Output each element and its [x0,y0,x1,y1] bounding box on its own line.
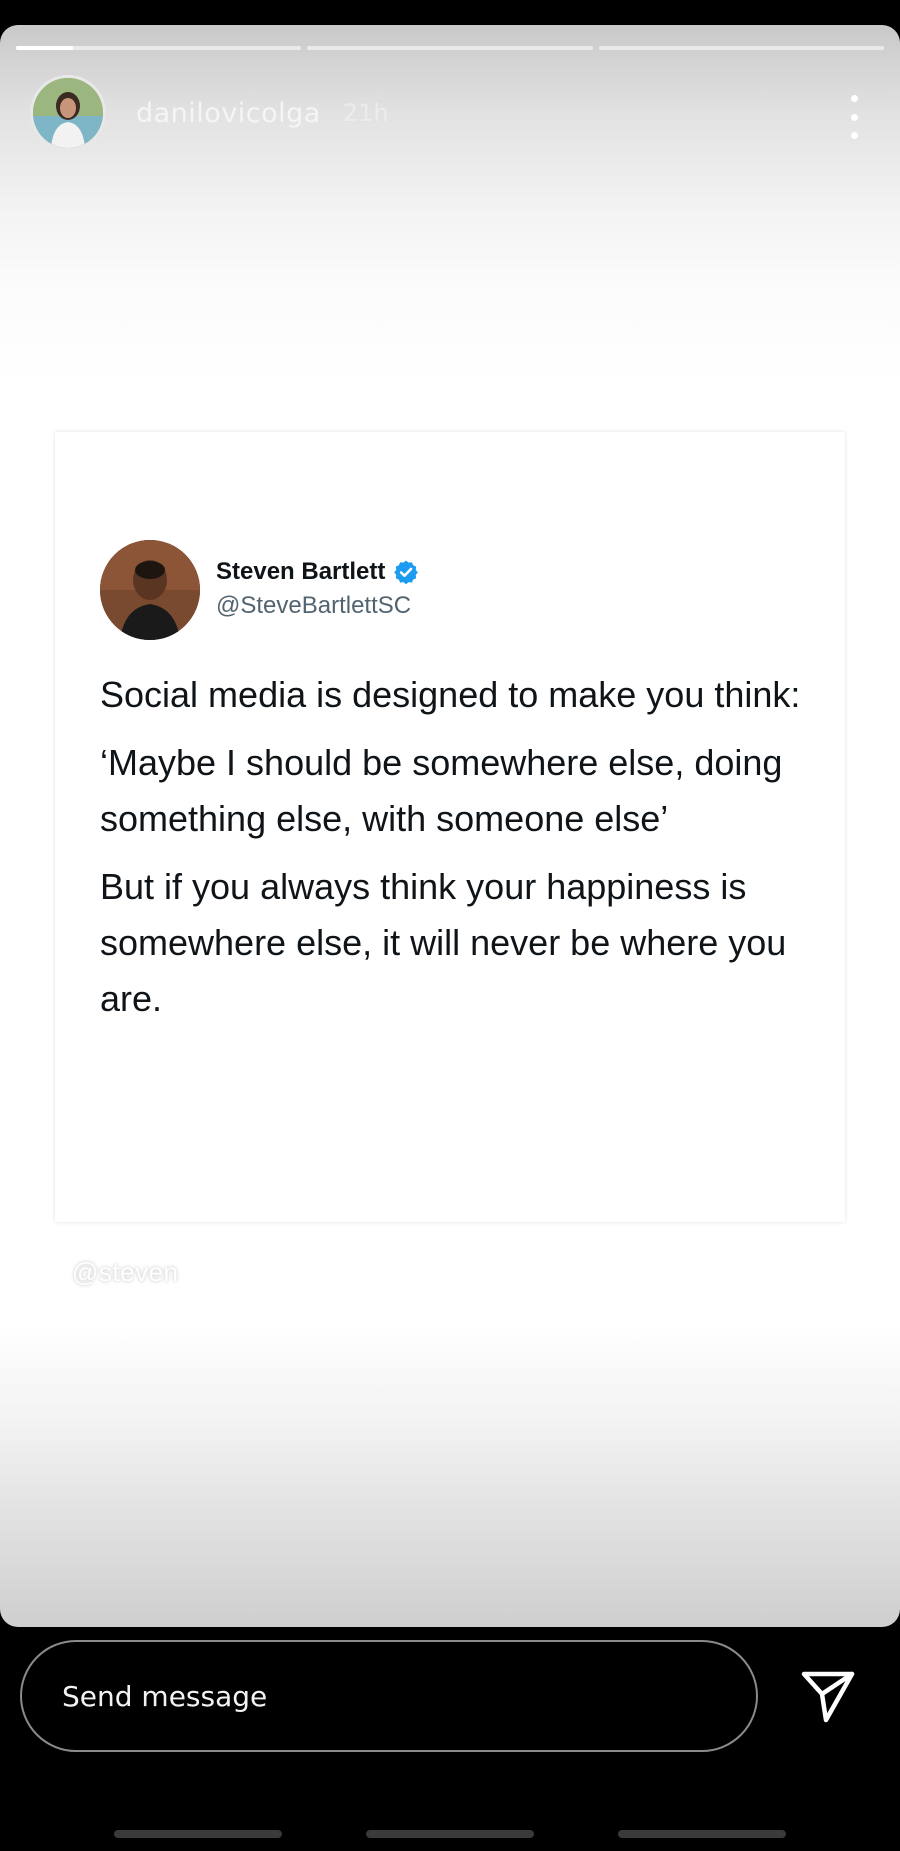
tweet-author-handle: @SteveBartlettSC [216,592,412,619]
avatar-photo [33,78,103,148]
story-username[interactable]: danilovicolga [136,98,321,129]
progress-segment-1 [16,46,302,50]
tweet-paragraph: But if you always think your happiness i… [100,866,787,1019]
story-viewer[interactable]: danilovicolga 21h Steven Bartlett @Steve… [0,25,900,1627]
tweet-author: Steven Bartlett @SteveBartlettSC [100,540,419,640]
progress-segment-2 [307,46,593,50]
more-options-icon[interactable] [842,95,866,139]
tweet-paragraph: Social media is designed to make you thi… [100,674,801,715]
verified-badge-icon [394,560,419,585]
send-message-input[interactable]: Send message [20,1640,758,1752]
tweet-text: Social media is designed to make you thi… [100,667,820,1039]
mention-sticker[interactable]: @steven [72,1257,179,1288]
system-nav-bar [0,1830,900,1838]
tweet-screenshot: Steven Bartlett @SteveBartlettSC Social … [55,432,845,1222]
paper-plane-icon[interactable] [800,1668,856,1724]
send-message-placeholder: Send message [62,1679,268,1713]
progress-segment-3 [598,46,884,50]
story-header: danilovicolga 21h [30,73,870,153]
story-progress [16,46,884,50]
user-avatar[interactable] [30,75,106,151]
author-photo [100,540,200,640]
tweet-paragraph: ‘Maybe I should be somewhere else, doing… [100,742,783,839]
tweet-author-avatar [100,540,200,640]
story-timestamp: 21h [342,99,389,127]
tweet-author-name: Steven Bartlett [216,558,386,585]
